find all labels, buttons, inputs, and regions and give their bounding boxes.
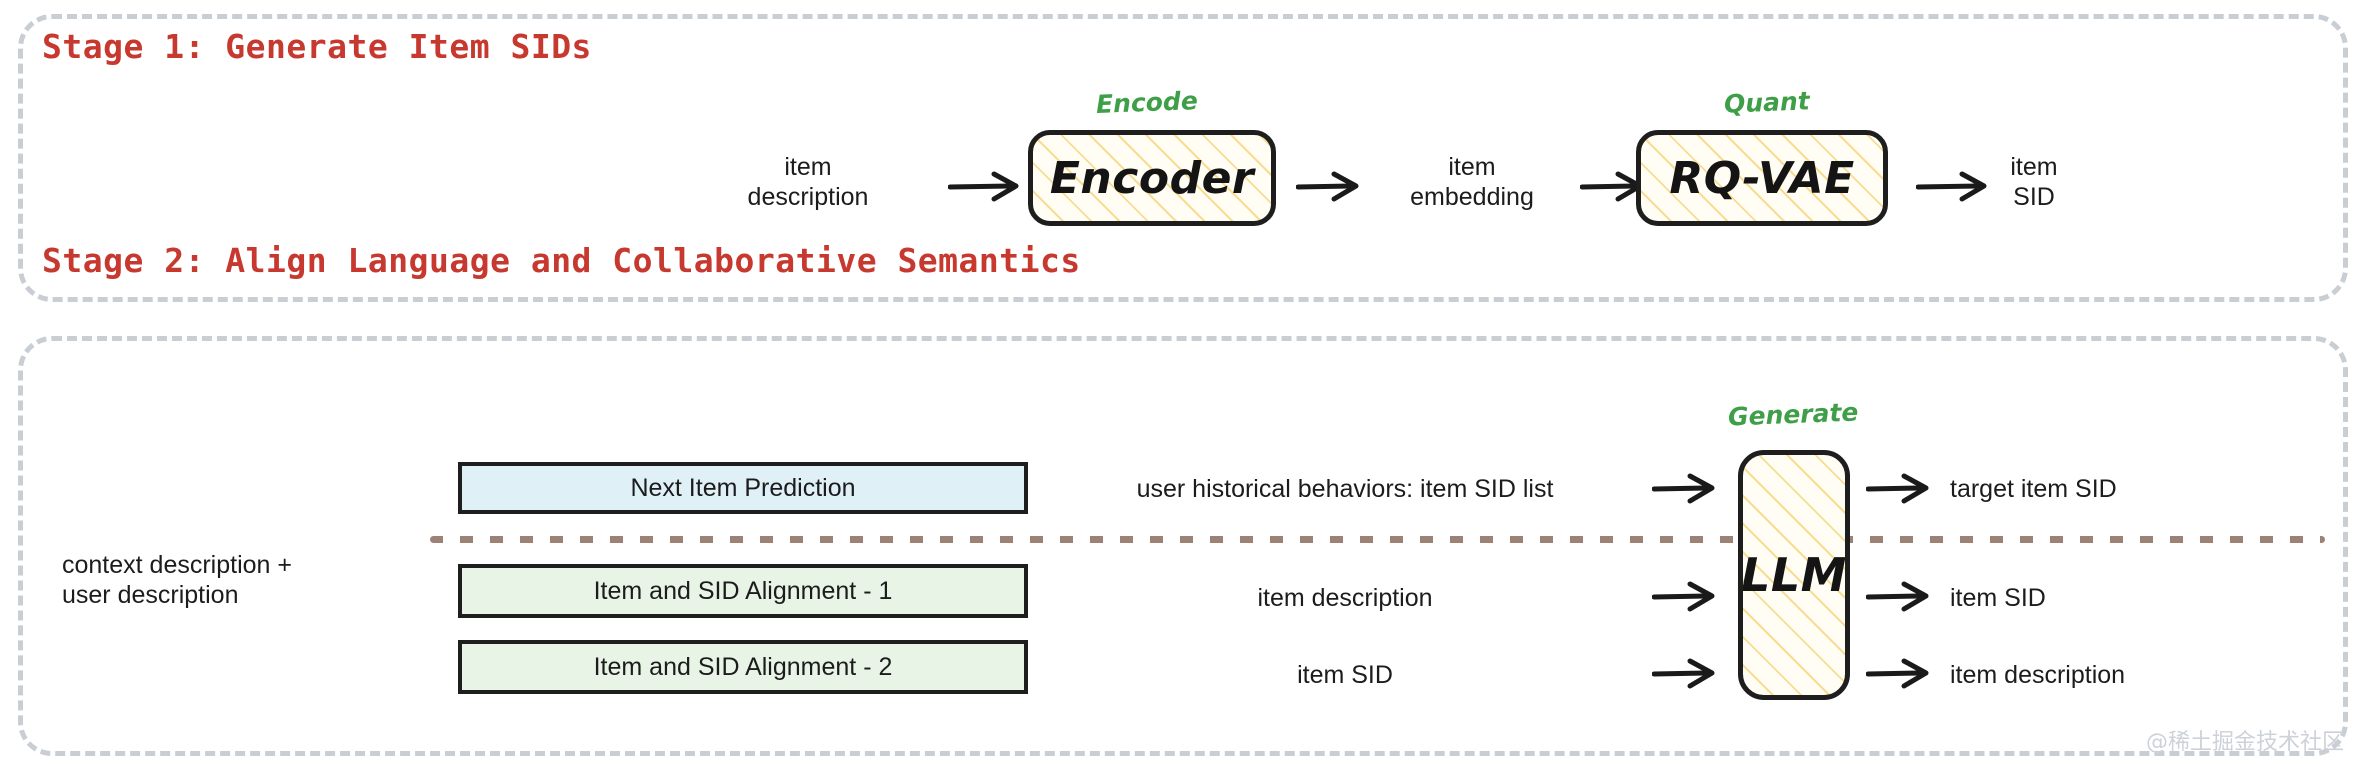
task-label: Item and SID Alignment - 2 xyxy=(593,652,893,681)
arrow-input-2-to-llm xyxy=(1652,581,1715,612)
arrow-llm-to-output-2 xyxy=(1866,581,1929,612)
stage1-embedding-label: item embedding xyxy=(1410,153,1534,211)
stage-1-title: Stage 1: Generate Item SIDs xyxy=(42,27,592,66)
arrow-input-3-to-llm xyxy=(1652,658,1715,689)
arrow-input-to-encoder xyxy=(948,171,1019,202)
encoder-module: Encoder xyxy=(1028,130,1276,226)
task-label: Item and SID Alignment - 1 xyxy=(593,576,893,605)
stage2-input-label-1: user historical behaviors: item SID list xyxy=(1136,475,1554,503)
arrow-llm-to-output-3 xyxy=(1866,658,1929,689)
quant-annotation: Quant xyxy=(1723,86,1811,119)
llm-label: LLM xyxy=(1741,548,1847,602)
stage1-input-label: item description xyxy=(747,153,869,211)
generate-annotation: Generate xyxy=(1727,397,1859,432)
stage2-output-label-2: item SID xyxy=(1950,584,2046,612)
stage-2-container xyxy=(18,336,2348,756)
task-label: Next Item Prediction xyxy=(630,473,856,502)
task-box-alignment-1[interactable]: Item and SID Alignment - 1 xyxy=(458,564,1028,618)
encoder-label: Encoder xyxy=(1049,152,1255,204)
llm-module: LLM xyxy=(1738,450,1850,700)
stage1-output-label: item SID xyxy=(2010,153,2058,211)
stage2-input-label-2: item description xyxy=(1257,584,1433,612)
rqvae-label: RQ-VAE xyxy=(1669,152,1855,204)
stage2-output-label-1: target item SID xyxy=(1950,475,2117,503)
task-box-next-item-prediction[interactable]: Next Item Prediction xyxy=(458,462,1028,514)
task-box-alignment-2[interactable]: Item and SID Alignment - 2 xyxy=(458,640,1028,694)
stage-2-title: Stage 2: Align Language and Collaborativ… xyxy=(42,241,1081,280)
stage2-divider xyxy=(430,536,2325,543)
stage2-input-label-3: item SID xyxy=(1297,661,1393,689)
watermark: @稀土掘金技术社区 xyxy=(2145,730,2344,755)
rqvae-module: RQ-VAE xyxy=(1636,130,1888,226)
stage2-side-label: context description + user description xyxy=(62,551,292,609)
arrow-encoder-to-embedding xyxy=(1296,171,1359,202)
arrow-input-1-to-llm xyxy=(1652,473,1715,504)
arrow-llm-to-output-1 xyxy=(1866,473,1929,504)
encode-annotation: Encode xyxy=(1095,86,1199,119)
stage2-output-label-3: item description xyxy=(1950,661,2126,689)
